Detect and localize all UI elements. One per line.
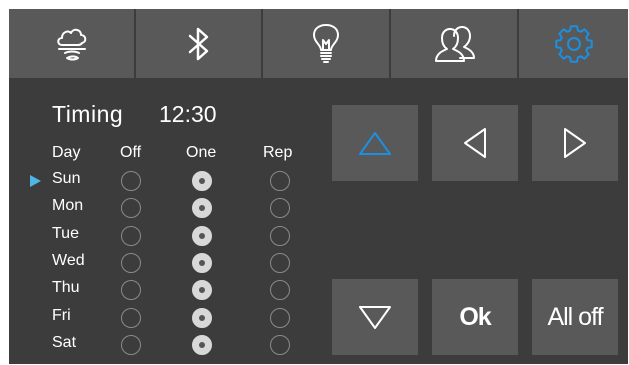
radio-sun-rep[interactable]: [270, 171, 290, 191]
radio-mon-one[interactable]: [192, 198, 212, 219]
radio-fri-one[interactable]: [192, 307, 212, 328]
weather-cloud-icon: [56, 28, 86, 60]
day-label-wed[interactable]: Wed: [52, 252, 85, 270]
column-header-day: Day: [52, 144, 81, 161]
bluetooth-icon: [188, 27, 208, 60]
radio-tue-off[interactable]: [121, 225, 141, 246]
tab-weather[interactable]: [9, 9, 134, 78]
up-button[interactable]: [332, 105, 418, 181]
day-label-tue[interactable]: Tue: [52, 225, 79, 243]
triangle-up-icon: [359, 132, 391, 155]
tab-users[interactable]: [391, 9, 517, 78]
radio-sun-one[interactable]: [192, 171, 212, 191]
radio-tue-rep[interactable]: [270, 225, 290, 246]
right-button[interactable]: [532, 105, 618, 181]
ok-button-label: Ok: [459, 302, 491, 331]
triangle-right-icon: [564, 128, 586, 158]
all-off-button-label: All off: [547, 302, 603, 331]
day-label-mon[interactable]: Mon: [52, 197, 83, 215]
timing-time[interactable]: 12:30: [159, 101, 217, 128]
radio-tue-one[interactable]: [192, 225, 212, 246]
radio-thu-rep[interactable]: [270, 280, 290, 301]
triangle-down-icon: [359, 306, 391, 329]
radio-thu-one[interactable]: [192, 280, 212, 301]
users-icon: [435, 25, 475, 62]
selected-day-cursor-icon: [30, 175, 41, 187]
radio-mon-rep[interactable]: [270, 198, 290, 219]
radio-fri-off[interactable]: [121, 307, 141, 328]
all-off-button[interactable]: All off: [532, 279, 618, 355]
radio-sun-off[interactable]: [121, 171, 141, 191]
radio-sat-off[interactable]: [121, 334, 141, 355]
ok-button[interactable]: Ok: [432, 279, 518, 355]
column-header-rep: Rep: [263, 144, 293, 161]
radio-sat-one[interactable]: [192, 334, 212, 355]
column-header-off: Off: [120, 144, 142, 161]
light-bulb-icon: [313, 23, 339, 63]
day-label-fri[interactable]: Fri: [52, 307, 71, 325]
radio-fri-rep[interactable]: [270, 307, 290, 328]
timing-title: Timing: [52, 101, 124, 127]
day-label-sun[interactable]: Sun: [52, 170, 80, 188]
radio-sat-rep[interactable]: [270, 334, 290, 355]
left-button[interactable]: [432, 105, 518, 181]
down-button[interactable]: [332, 279, 418, 355]
triangle-left-icon: [464, 128, 486, 158]
radio-wed-off[interactable]: [121, 252, 141, 273]
radio-mon-off[interactable]: [121, 198, 141, 219]
day-label-sat[interactable]: Sat: [52, 334, 76, 352]
radio-thu-off[interactable]: [121, 280, 141, 301]
tab-light[interactable]: [263, 9, 389, 78]
timing-screen: Timing 12:30 Day Off One Rep Ok All off …: [9, 9, 628, 364]
radio-wed-rep[interactable]: [270, 252, 290, 273]
tab-bluetooth[interactable]: [136, 9, 261, 78]
tab-settings[interactable]: [519, 9, 628, 78]
radio-wed-one[interactable]: [192, 252, 212, 273]
day-label-thu[interactable]: Thu: [52, 279, 80, 297]
tab-bar: [9, 9, 628, 78]
column-header-one: One: [186, 144, 217, 161]
gear-icon: [554, 24, 593, 63]
